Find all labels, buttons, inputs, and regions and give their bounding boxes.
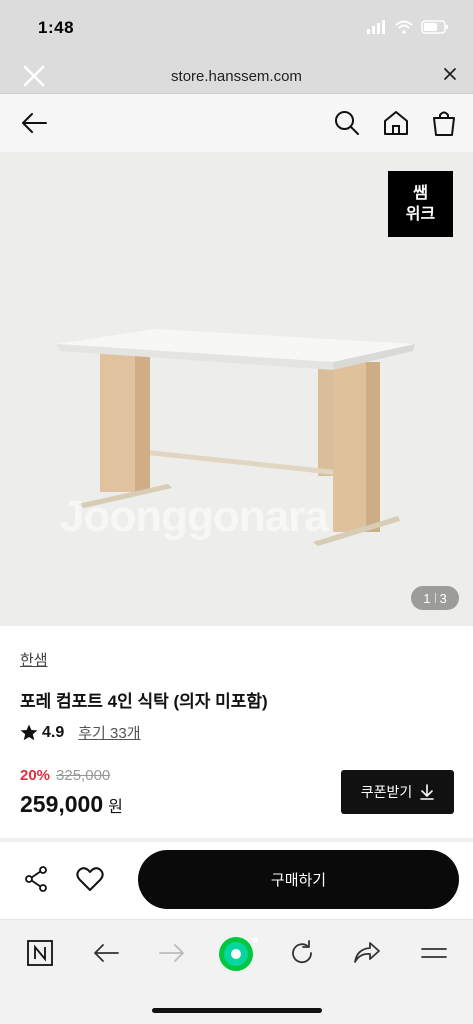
- home-indicator[interactable]: [152, 1008, 322, 1013]
- pager-current: 1: [423, 590, 431, 606]
- product-info: 한샘 포레 컴포트 4인 식탁 (의자 미포함) 4.9 후기 33개 20% …: [0, 626, 473, 838]
- coupon-button[interactable]: 쿠폰받기: [341, 770, 454, 814]
- wifi-icon: [395, 20, 413, 34]
- url-text[interactable]: store.hanssem.com: [0, 68, 473, 85]
- discount-rate: 20%: [20, 767, 51, 784]
- brand-link[interactable]: 한샘: [20, 649, 48, 670]
- purchase-action-bar: 구매하기: [0, 842, 473, 920]
- download-icon: [420, 784, 435, 800]
- price-row: 259,000 원: [20, 791, 123, 818]
- naver-n-icon[interactable]: [25, 938, 55, 968]
- green-dot-icon[interactable]: [218, 934, 258, 974]
- heart-icon[interactable]: [76, 866, 104, 892]
- browser-nav-bar: [0, 920, 473, 1024]
- nav-back-icon[interactable]: [91, 938, 121, 968]
- menu-icon[interactable]: [419, 938, 449, 968]
- badge-line-2: 위크: [405, 206, 436, 223]
- signal-icon: [367, 20, 385, 34]
- home-icon[interactable]: [382, 109, 410, 137]
- share-forward-icon[interactable]: [352, 938, 382, 968]
- rating-row: 4.9 후기 33개: [20, 722, 141, 743]
- nav-forward-icon[interactable]: [157, 938, 187, 968]
- share-icon[interactable]: [24, 866, 48, 892]
- reviews-link[interactable]: 후기 33개: [78, 722, 140, 743]
- sale-price: 259,000: [20, 791, 104, 817]
- app-header: [0, 94, 473, 152]
- image-pager: 1 3: [411, 586, 459, 610]
- badge-line-1: 쌤: [413, 185, 428, 202]
- shopping-bag-icon[interactable]: [430, 109, 458, 137]
- star-icon: [20, 724, 38, 741]
- search-icon[interactable]: [333, 109, 361, 137]
- pager-total: 3: [439, 590, 447, 606]
- currency-unit: 원: [108, 799, 123, 816]
- status-icons: [367, 20, 449, 34]
- coupon-label: 쿠폰받기: [360, 784, 413, 800]
- discount-row: 20% 325,000: [20, 767, 110, 784]
- reload-icon[interactable]: [287, 938, 317, 968]
- status-time: 1:48: [38, 18, 75, 37]
- ssam-week-badge: 쌤 위크: [388, 171, 453, 237]
- close-tab-icon[interactable]: [443, 67, 457, 81]
- battery-icon: [421, 20, 448, 34]
- pager-separator: [434, 593, 436, 603]
- product-title: 포레 컴포트 4인 식탁 (의자 미포함): [20, 692, 268, 711]
- rating-value: 4.9: [42, 723, 65, 741]
- product-image[interactable]: 쌤 위크 Joonggonara 1 3: [0, 152, 473, 626]
- buy-button[interactable]: 구매하기: [138, 850, 459, 909]
- original-price: 325,000: [56, 767, 111, 784]
- status-bar: 1:48: [0, 0, 473, 60]
- watermark: Joonggonara: [60, 492, 329, 541]
- browser-url-bar: store.hanssem.com: [0, 60, 473, 94]
- arrow-left-icon[interactable]: [20, 109, 48, 137]
